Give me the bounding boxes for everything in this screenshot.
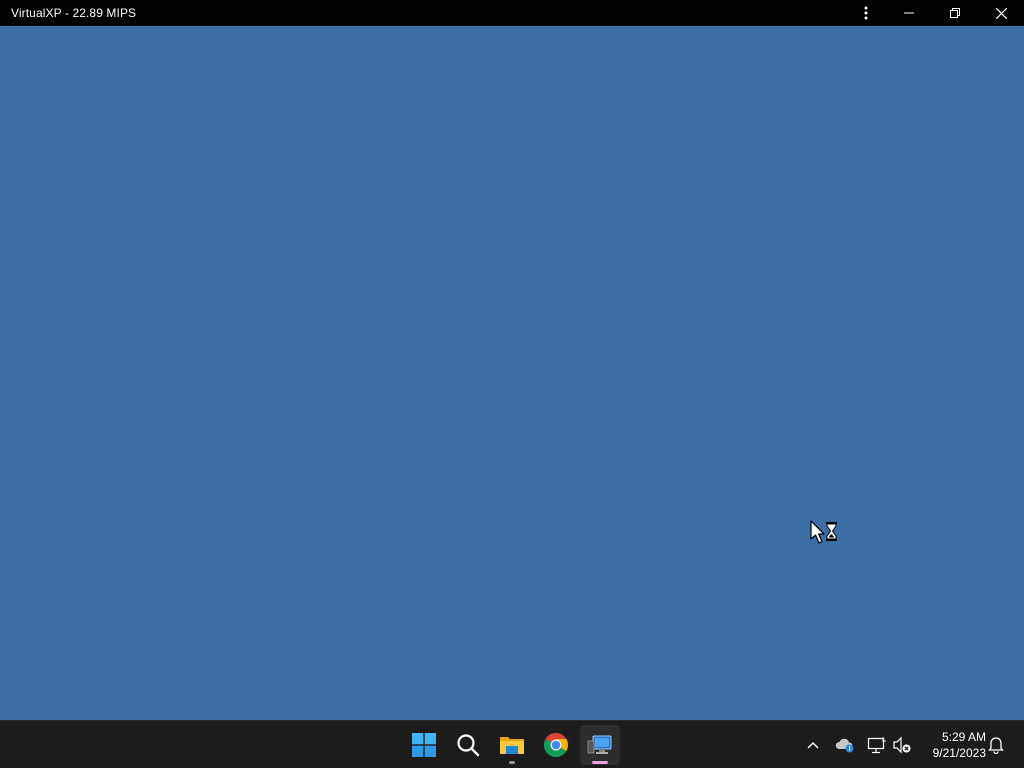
close-icon (995, 7, 1007, 19)
start-button[interactable] (404, 725, 444, 765)
restore-icon (950, 8, 960, 18)
network-icon (867, 737, 886, 754)
bell-icon (988, 737, 1004, 754)
taskbar-file-explorer[interactable] (492, 725, 532, 765)
window-title-bar[interactable]: VirtualXP - 22.89 MIPS (0, 0, 1024, 26)
active-indicator (592, 761, 608, 764)
search-icon (457, 734, 480, 757)
more-vertical-icon (864, 6, 868, 20)
taskbar-chrome[interactable] (536, 725, 576, 765)
onedrive-tray-button[interactable] (833, 733, 857, 757)
taskbar-virtualxp[interactable] (580, 725, 620, 765)
cloud-info-icon (835, 738, 854, 753)
hourglass-icon (826, 522, 837, 541)
taskbar: 5:29 AM 9/21/2023 (0, 720, 1024, 768)
chrome-icon (544, 733, 568, 758)
minimize-icon (904, 12, 914, 14)
notifications-button[interactable] (984, 733, 1008, 757)
windows-logo-icon (412, 733, 436, 757)
network-tray-button[interactable] (865, 733, 889, 757)
window-controls (850, 0, 1024, 26)
clock-time: 5:29 AM (941, 730, 986, 744)
taskbar-clock[interactable]: 5:29 AM 9/21/2023 (920, 729, 986, 761)
emulator-screen[interactable] (0, 26, 1024, 720)
window-title: VirtualXP - 22.89 MIPS (11, 6, 137, 20)
restore-button[interactable] (932, 0, 978, 26)
search-button[interactable] (448, 725, 488, 765)
show-hidden-icons-button[interactable] (801, 733, 825, 757)
volume-tray-button[interactable] (890, 733, 914, 757)
more-options-button[interactable] (850, 0, 882, 26)
minimize-button[interactable] (886, 0, 932, 26)
clock-date: 9/21/2023 (932, 746, 986, 760)
running-indicator (509, 761, 515, 764)
chevron-up-icon (807, 742, 819, 749)
busy-cursor-icon (810, 520, 837, 544)
virtual-pc-icon (587, 735, 612, 754)
close-button[interactable] (978, 0, 1024, 26)
volume-muted-icon (893, 736, 911, 754)
folder-icon (500, 737, 524, 754)
